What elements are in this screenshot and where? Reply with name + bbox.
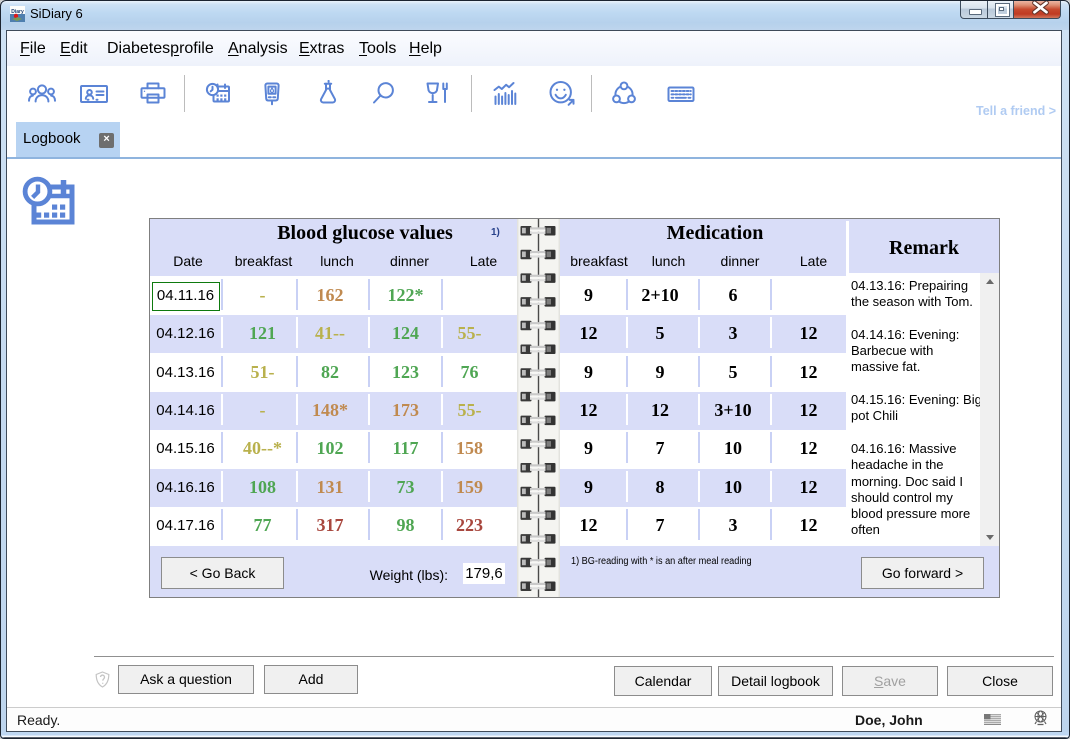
svg-text:Diary: Diary <box>11 9 24 15</box>
